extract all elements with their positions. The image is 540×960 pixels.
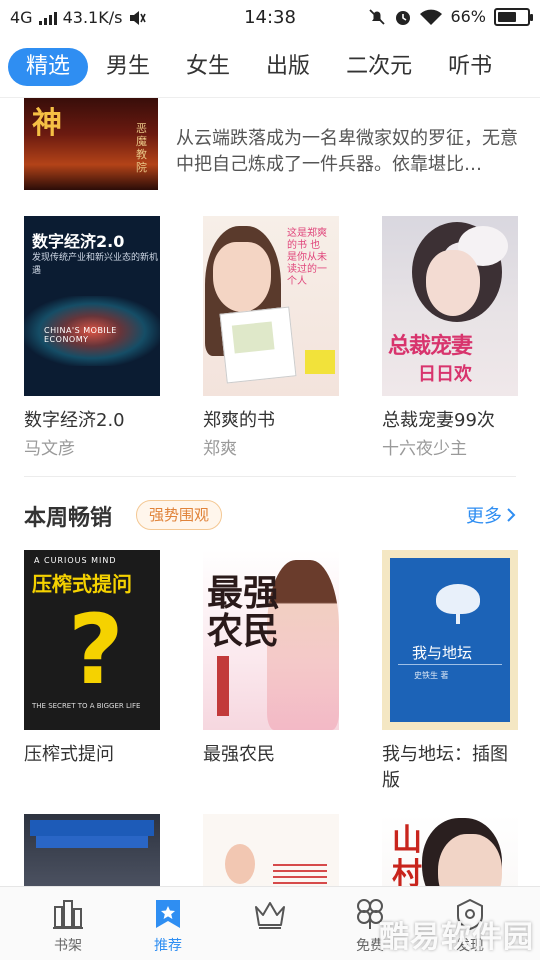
weekly-bestseller-header: 本周畅销 强势围观 更多 <box>0 496 540 536</box>
battery-icon <box>494 7 533 26</box>
book-card[interactable]: 总裁宠妻 日日欢 总裁宠妻99次 十六夜少主 <box>382 216 518 460</box>
question-mark-icon: ? <box>68 594 124 706</box>
cover-art: 我与地坛 史铁生 著 <box>390 558 510 722</box>
nav-label: 推荐 <box>154 938 182 954</box>
book-title[interactable]: 压榨式提问 <box>24 742 160 768</box>
book-card[interactable]: A CURIOUS MIND 压榨式提问 ? THE SECRET TO A B… <box>24 550 160 768</box>
cover-title: 神 <box>32 106 62 141</box>
cover-art <box>273 864 327 886</box>
cover-author: 史铁生 著 <box>414 671 449 680</box>
battery-fill <box>498 11 516 22</box>
cover-art <box>305 350 335 374</box>
book-cover[interactable]: A CURIOUS MIND 压榨式提问 ? THE SECRET TO A B… <box>24 550 160 730</box>
nav-bookshelf[interactable]: 书架 <box>28 897 108 955</box>
cover-side-text: 恶魔教院 <box>136 122 147 174</box>
book-card[interactable] <box>24 814 160 886</box>
crown-icon <box>255 902 285 929</box>
status-bar: 4G 43.1K/s 14:38 66% <box>0 0 540 36</box>
app-screen: { "status_bar": { "network": "4G", "spee… <box>0 0 540 960</box>
more-label: 更多 <box>466 506 502 527</box>
book-cover[interactable]: 山村 <box>382 814 518 886</box>
cover-subtitle: 日日欢 <box>418 364 472 385</box>
book-author: 郑爽 <box>203 439 237 459</box>
book-title[interactable]: 郑爽的书 <box>203 408 339 434</box>
book-cover[interactable]: 数字经济2.0 发现传统产业和新兴业态的新机遇 CHINA'S MOBILE E… <box>24 216 160 396</box>
book-author: 马文彦 <box>24 439 75 459</box>
book-card[interactable]: 最强农民 最强农民 <box>203 550 339 768</box>
notifications-off-icon <box>369 8 386 25</box>
nav-label: 书架 <box>54 938 82 954</box>
cover-title: 数字经济2.0 <box>32 232 125 251</box>
status-right: 66% <box>368 7 533 26</box>
book-cover[interactable]: 总裁宠妻 日日欢 <box>382 216 518 396</box>
book-card[interactable]: 山村 <box>382 814 518 886</box>
cover-bottom-text: THE SECRET TO A BIGGER LIFE <box>32 702 141 710</box>
book-list-item[interactable]: 神 恶魔教院 从云端跌落成为一名卑微家奴的罗征，无意中把自己炼成了一件兵器。依靠… <box>0 98 540 192</box>
cover-art <box>36 836 148 848</box>
book-cover[interactable]: 我与地坛 史铁生 著 <box>382 550 518 730</box>
section-badge: 强势围观 <box>136 500 223 530</box>
tab-published[interactable]: 出版 <box>248 48 328 86</box>
cover-art <box>217 656 229 716</box>
cover-art <box>30 820 154 836</box>
book-title[interactable]: 总裁宠妻99次 <box>382 408 518 434</box>
book-card[interactable]: 数字经济2.0 发现传统产业和新兴业态的新机遇 CHINA'S MOBILE E… <box>24 216 160 460</box>
cover-art <box>225 844 255 884</box>
cover-title: 压榨式提问 <box>32 572 132 596</box>
cover-subtitle: 发现传统产业和新兴业态的新机遇 <box>32 253 159 276</box>
cover-art <box>438 834 502 886</box>
tab-featured[interactable]: 精选 <box>8 47 89 86</box>
cover-title: 最强农民 <box>207 572 280 652</box>
book-title[interactable]: 数字经济2.0 <box>24 408 160 434</box>
alarm-icon <box>396 10 411 25</box>
tab-female[interactable]: 女生 <box>168 48 248 86</box>
book-title[interactable]: 我与地坛：插图版 <box>382 742 518 794</box>
book-card[interactable] <box>203 814 339 886</box>
watermark: 酷易软件园 <box>379 920 534 955</box>
cover-blurb: 这是郑爽的书 也是你从未读过的一个人 <box>287 228 327 287</box>
chevron-right-icon <box>507 508 516 522</box>
cover-english: CHINA'S MOBILE ECONOMY <box>44 326 117 344</box>
book-title[interactable]: 最强农民 <box>203 742 339 768</box>
book-card[interactable]: 我与地坛 史铁生 著 我与地坛：插图版 <box>382 550 518 794</box>
star-bookmark-icon <box>156 900 180 928</box>
cover-title: 总裁宠妻 <box>388 333 473 359</box>
nav-recommend[interactable]: 推荐 <box>128 897 208 955</box>
cover-title: 山村 <box>392 823 422 887</box>
book-author: 十六夜少主 <box>382 439 467 459</box>
tab-acg[interactable]: 二次元 <box>328 48 430 86</box>
section-divider <box>24 476 516 477</box>
book-cover[interactable] <box>203 814 339 886</box>
book-cover[interactable]: 神 恶魔教院 <box>24 98 158 190</box>
more-link[interactable]: 更多 <box>466 502 516 528</box>
feed-content[interactable]: 神 恶魔教院 从云端跌落成为一名卑微家奴的罗征，无意中把自己炼成了一件兵器。依靠… <box>0 98 540 886</box>
tab-audiobook[interactable]: 听书 <box>430 48 510 86</box>
wifi-icon <box>420 9 443 25</box>
cover-title: 我与地坛 <box>412 644 473 662</box>
battery-percent: 66% <box>450 7 486 26</box>
tree-icon <box>436 584 480 614</box>
cover-art <box>426 250 480 316</box>
bottom-nav: 书架 推荐 免费 发现 酷易软件园 <box>0 886 540 960</box>
cover-art <box>219 306 297 384</box>
cover-top-text: A CURIOUS MIND <box>34 556 117 565</box>
tab-male[interactable]: 男生 <box>88 48 168 86</box>
cover-art <box>398 664 502 665</box>
nav-premium[interactable] <box>230 897 310 935</box>
book-cover[interactable] <box>24 814 160 886</box>
cover-art <box>456 612 460 624</box>
book-cover[interactable]: 最强农民 <box>203 550 339 730</box>
book-description: 从云端跌落成为一名卑微家奴的罗征，无意中把自己炼成了一件兵器。依靠堪比… <box>176 128 518 175</box>
bookshelf-icon <box>53 900 83 929</box>
section-title: 本周畅销 <box>24 506 113 531</box>
category-tabs: 精选 男生 女生 出版 二次元 听书 <box>0 36 540 98</box>
cover-art <box>213 242 271 312</box>
book-cover[interactable]: 这是郑爽的书 也是你从未读过的一个人 <box>203 216 339 396</box>
book-card[interactable]: 这是郑爽的书 也是你从未读过的一个人 郑爽的书 郑爽 <box>203 216 339 460</box>
